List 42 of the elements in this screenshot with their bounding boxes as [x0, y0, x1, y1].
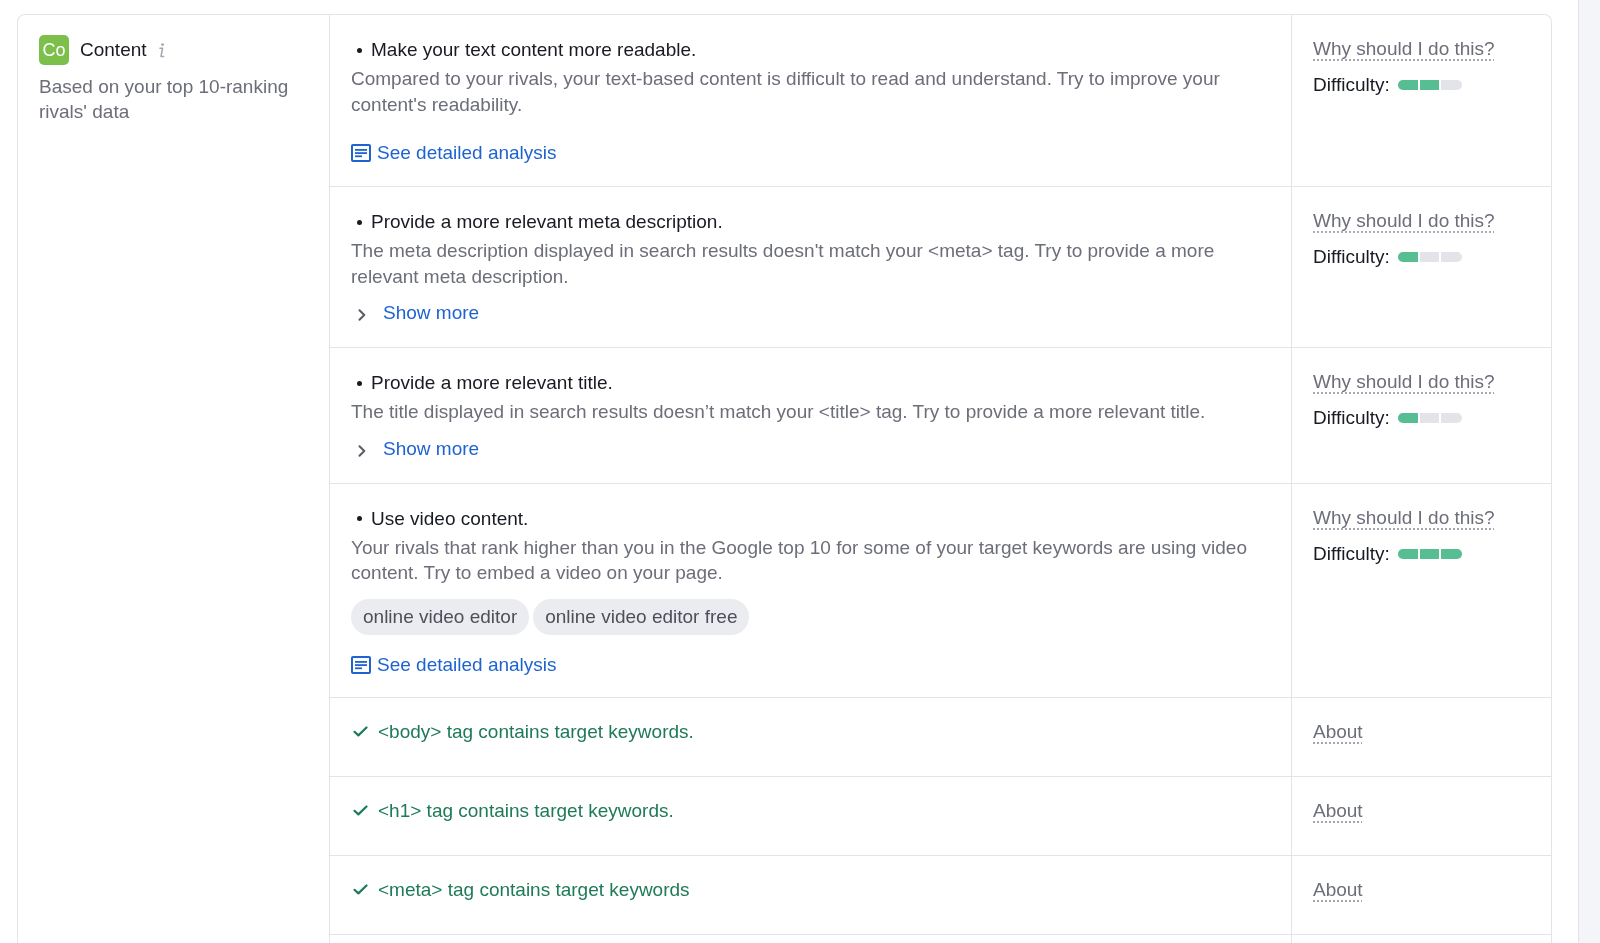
check-icon	[353, 805, 368, 816]
category-badge: Co	[39, 35, 69, 65]
bullet-icon	[357, 219, 362, 225]
difficulty-label: Difficulty:	[1313, 73, 1390, 97]
about-link[interactable]: About	[1313, 877, 1363, 902]
scrollbar-track[interactable]	[1578, 0, 1600, 943]
passed-check-text: <body> tag contains target keywords.	[378, 719, 694, 744]
category-subtitle: Based on your top 10-ranking rivals' data	[39, 75, 290, 124]
why-link[interactable]: Why should I do this?	[1313, 209, 1495, 233]
passed-check-text: <h1> tag contains target keywords.	[378, 798, 674, 823]
check-icon	[353, 884, 368, 895]
difficulty-label: Difficulty:	[1313, 245, 1390, 269]
difficulty-label: Difficulty:	[1313, 541, 1390, 566]
bullet-icon	[357, 380, 362, 386]
keyword-tag: online video editor	[351, 598, 530, 635]
document-icon	[351, 655, 371, 674]
about-link[interactable]: About	[1313, 798, 1363, 823]
difficulty-label: Difficulty:	[1313, 406, 1390, 430]
info-icon[interactable]	[157, 42, 165, 58]
recommendation-description: Your rivals that rank higher than you in the Google top 10 for some of your target keywords are using video content. Try to embed a video on your page.	[351, 535, 1248, 585]
about-link[interactable]: About	[1313, 719, 1363, 744]
recommendation-title: Provide a more relevant meta description.	[371, 210, 723, 234]
recommendation-title: Use video content.	[371, 506, 529, 531]
see-analysis-link[interactable]: See detailed analysis	[351, 652, 557, 677]
document-icon	[351, 144, 371, 162]
keyword-tag: online video editor free	[533, 598, 750, 635]
bullet-icon	[357, 516, 362, 521]
why-link[interactable]: Why should I do this?	[1313, 505, 1495, 530]
check-icon	[353, 726, 368, 737]
recommendation-title: Make your text content more readable.	[371, 38, 697, 62]
bullet-icon	[357, 47, 362, 53]
why-link[interactable]: Why should I do this?	[1313, 370, 1495, 394]
recommendation-title: Provide a more relevant title.	[371, 371, 613, 395]
see-analysis-link[interactable]: See detailed analysis	[351, 141, 557, 165]
show-more-link[interactable]: Show more	[351, 436, 480, 461]
recommendation-description: Compared to your rivals, your text-based content is difficult to read and understand. Try to improve your content's readability.	[351, 67, 1221, 117]
recommendation-description: The title displayed in search results doesn’t match your <title> tag. Try to provide a more relevant title.	[351, 400, 1206, 424]
category-title: Content	[80, 38, 147, 62]
why-link[interactable]: Why should I do this?	[1313, 37, 1495, 61]
passed-check-text: <meta> tag contains target keywords	[378, 877, 690, 902]
show-more-link[interactable]: Show more	[351, 301, 480, 325]
recommendation-description: The meta description displayed in search results doesn't match your <meta> tag. Try to provide a more relevant meta description.	[351, 239, 1216, 289]
